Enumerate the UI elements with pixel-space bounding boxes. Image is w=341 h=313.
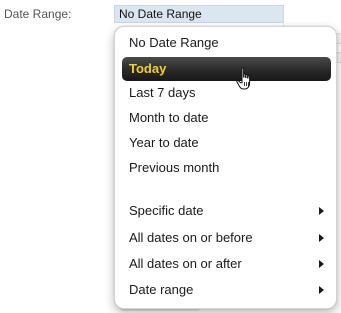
menu-item-on-or-after[interactable]: All dates on or after bbox=[122, 252, 331, 276]
menu-item-previous-month[interactable]: Previous month bbox=[122, 156, 331, 180]
arrow-right-icon bbox=[319, 207, 324, 215]
menu-item-label: Last 7 days bbox=[129, 85, 196, 100]
arrow-right-icon bbox=[319, 286, 324, 294]
date-range-select[interactable]: No Date Range bbox=[114, 5, 284, 23]
date-range-dropdown-menu: No Date Range Today Last 7 days Month to… bbox=[114, 26, 337, 309]
menu-item-label: Previous month bbox=[129, 160, 220, 175]
hand-pointer-icon bbox=[236, 67, 251, 90]
menu-item-month-to-date[interactable]: Month to date bbox=[122, 106, 331, 130]
menu-item-label: Specific date bbox=[129, 203, 204, 218]
menu-item-label: Year to date bbox=[129, 135, 199, 150]
arrow-right-icon bbox=[319, 234, 324, 242]
menu-item-date-range[interactable]: Date range bbox=[122, 278, 331, 302]
menu-item-today[interactable]: Today bbox=[122, 57, 331, 81]
menu-item-label: No Date Range bbox=[129, 35, 219, 50]
menu-item-on-or-before[interactable]: All dates on or before bbox=[122, 226, 331, 250]
menu-item-specific-date[interactable]: Specific date bbox=[122, 199, 331, 223]
menu-item-label: Date range bbox=[129, 282, 194, 297]
menu-item-label: Today bbox=[129, 61, 167, 76]
menu-item-label: All dates on or after bbox=[129, 256, 242, 271]
menu-item-label: Month to date bbox=[129, 110, 209, 125]
menu-item-label: All dates on or before bbox=[129, 230, 253, 245]
menu-item-year-to-date[interactable]: Year to date bbox=[122, 131, 331, 155]
stage: Date Range: No Date Range No Date Range … bbox=[0, 0, 341, 313]
menu-item-no-date-range[interactable]: No Date Range bbox=[122, 31, 331, 55]
menu-item-last-7-days[interactable]: Last 7 days bbox=[122, 81, 331, 105]
date-range-label: Date Range: bbox=[4, 7, 72, 21]
arrow-right-icon bbox=[319, 260, 324, 268]
